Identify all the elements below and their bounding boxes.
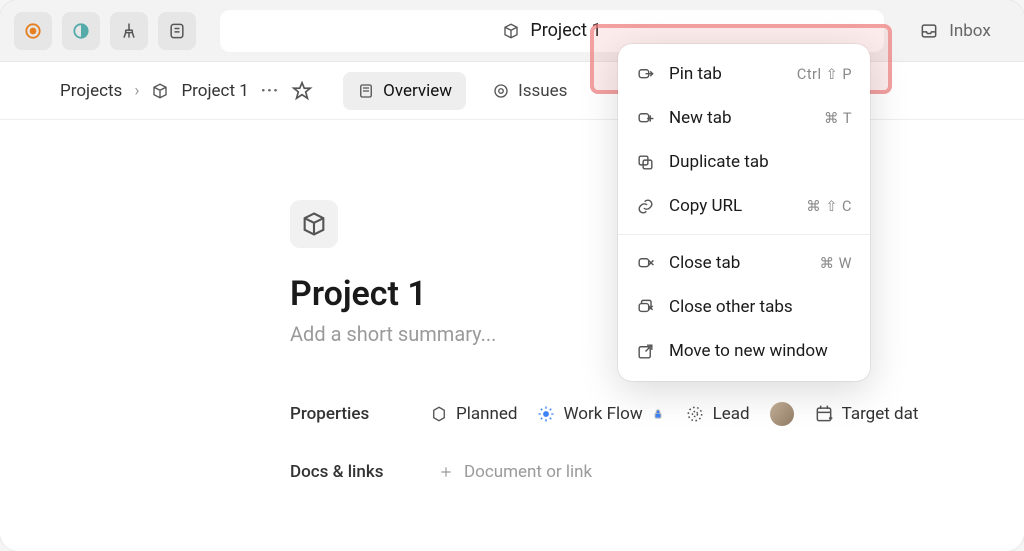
lead-icon [685,404,705,424]
calendar-add-icon [814,404,834,424]
menu-new-tab[interactable]: New tab ⌘ T [618,96,870,140]
menu-label: Close tab [669,253,806,273]
menu-move-to-window[interactable]: Move to new window [618,329,870,373]
menu-label: New tab [669,108,810,128]
inbox-label: Inbox [949,21,991,41]
inbox-button[interactable]: Inbox [900,10,1010,52]
menu-shortcut: ⌘ ⇧ C [806,198,852,215]
contrast-icon[interactable] [62,12,100,50]
close-tab-icon [636,254,655,273]
breadcrumb-current[interactable]: Project 1 [181,81,248,101]
favorite-button[interactable] [291,80,313,102]
add-doc-label: Document or link [464,462,592,482]
lock-icon [651,407,665,421]
plus-icon [438,464,454,480]
menu-label: Duplicate tab [669,152,838,172]
menu-shortcut: ⌘ T [824,110,852,127]
target-date-label: Target dat [842,404,919,424]
hexagon-icon [430,405,448,423]
menu-label: Close other tabs [669,297,838,317]
status-chip[interactable]: Planned [430,404,517,424]
pin-tab-icon [636,65,655,84]
docs-label: Docs & links [290,462,410,482]
menu-label: Move to new window [669,341,838,361]
cube-icon [300,210,328,238]
lead-avatar[interactable] [770,402,794,426]
inbox-icon [919,21,939,41]
menu-duplicate-tab[interactable]: Duplicate tab [618,140,870,184]
menu-close-tab[interactable]: Close tab ⌘ W [618,241,870,285]
breadcrumb-root[interactable]: Projects [60,81,122,101]
titlebar: Project 1 Inbox [0,0,1024,62]
menu-label: Pin tab [669,64,783,84]
properties-row: Properties Planned Work Flow Lead Target… [290,402,1024,426]
close-others-icon [636,298,655,317]
tab-overview[interactable]: Overview [343,72,466,110]
menu-pin-tab[interactable]: Pin tab Ctrl ⇧ P [618,52,870,96]
tab-label: Issues [518,81,567,101]
external-window-icon [636,342,655,361]
workflow-chip[interactable]: Work Flow [537,404,664,424]
cube-icon [502,22,520,40]
tab-label: Overview [383,81,452,101]
menu-shortcut: ⌘ W [820,255,852,272]
status-label: Planned [456,404,517,424]
duplicate-icon [636,153,655,172]
more-icon[interactable]: ··· [261,81,279,101]
cube-icon [151,82,169,100]
menu-label: Copy URL [669,196,792,216]
properties-label: Properties [290,404,410,424]
issues-icon [492,82,510,100]
workflow-label: Work Flow [563,404,642,424]
link-icon [636,197,655,216]
tab-issues[interactable]: Issues [478,72,581,110]
notes-icon[interactable] [158,12,196,50]
target-date-chip[interactable]: Target dat [814,404,919,424]
new-tab-icon [636,109,655,128]
menu-copy-url[interactable]: Copy URL ⌘ ⇧ C [618,184,870,228]
cleanup-icon[interactable] [110,12,148,50]
breadcrumb-bar: Projects › Project 1 ··· Overview Issues [0,62,1024,120]
lead-label: Lead [713,404,750,424]
app-icon-orange[interactable] [14,12,52,50]
tab-context-menu: Pin tab Ctrl ⇧ P New tab ⌘ T Duplicate t… [618,44,870,381]
menu-close-other-tabs[interactable]: Close other tabs [618,285,870,329]
tab-label: Project 1 [530,20,601,41]
menu-shortcut: Ctrl ⇧ P [797,66,852,83]
page-icon [357,82,375,100]
breadcrumb-sep: › [134,81,139,101]
gear-icon [537,405,555,423]
menu-separator [618,234,870,235]
docs-row: Docs & links Document or link [290,462,1024,482]
project-icon[interactable] [290,200,338,248]
add-document-button[interactable]: Document or link [438,462,592,482]
main-content: Project 1 Add a short summary... Propert… [0,120,1024,482]
lead-chip[interactable]: Lead [685,404,750,424]
